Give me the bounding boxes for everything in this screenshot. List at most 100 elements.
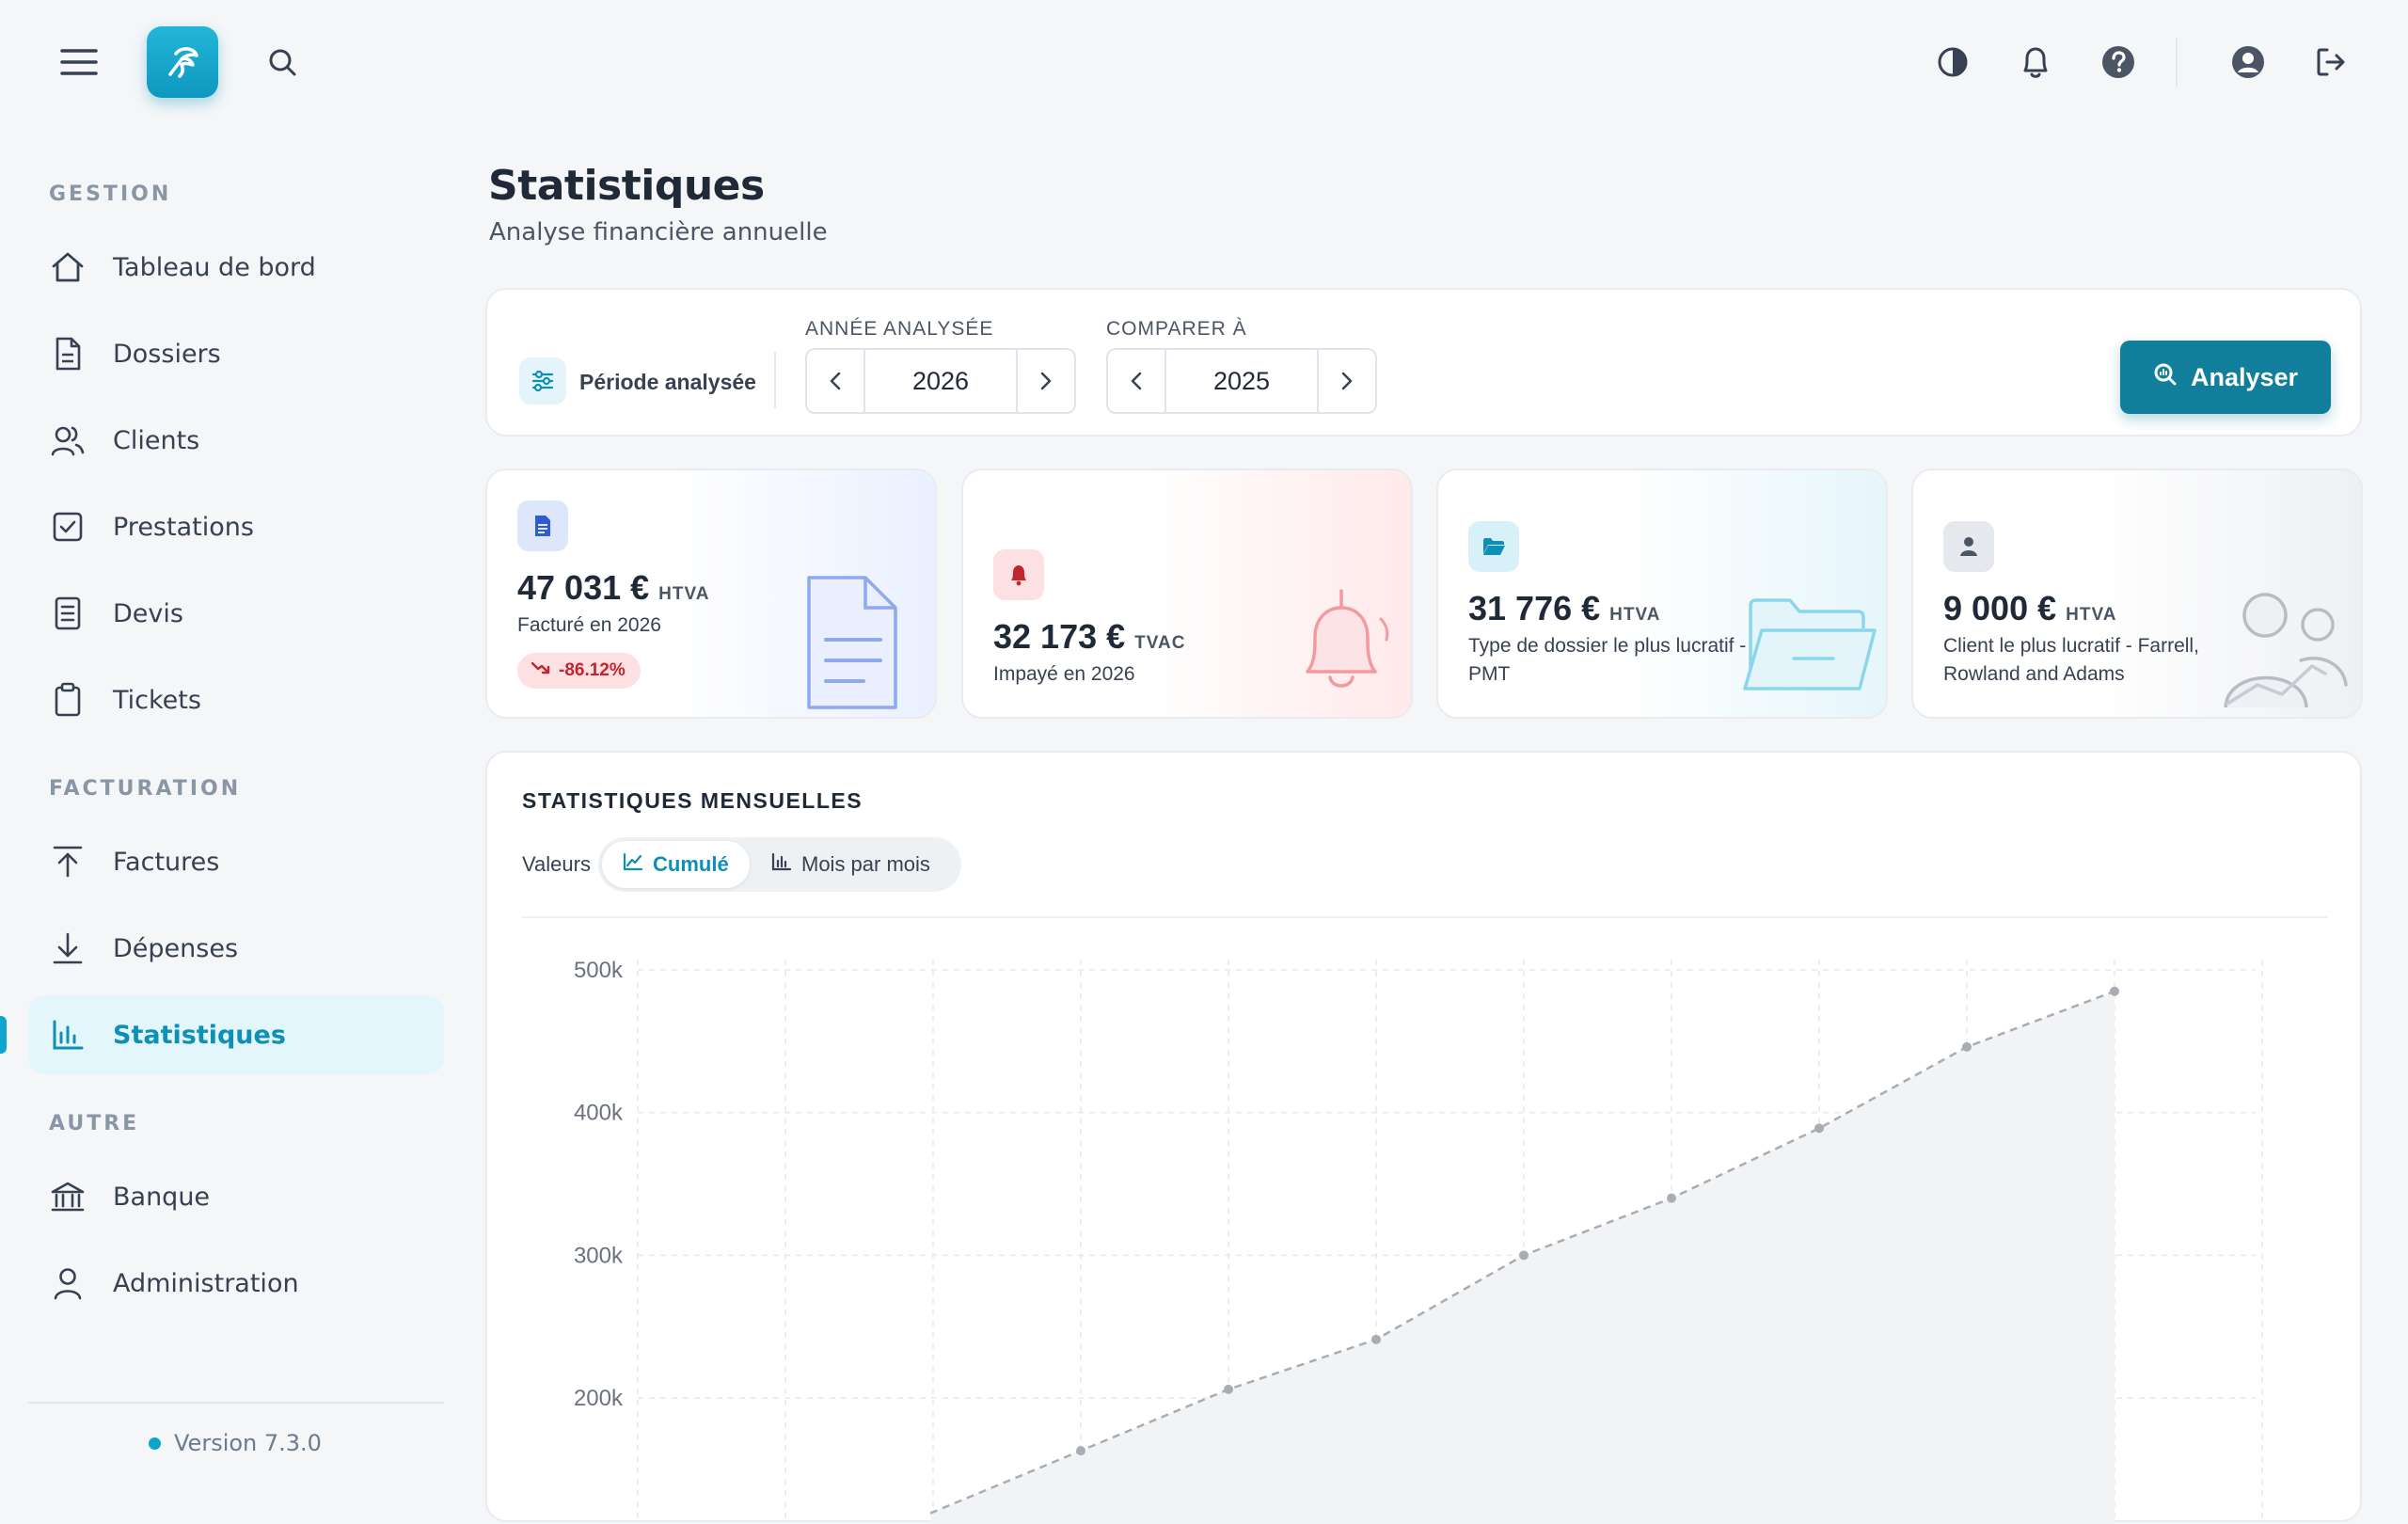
kpi-card-dossier-type: 31 776 € HTVA Type de dossier le plus luc…	[1436, 468, 1888, 719]
help-icon[interactable]	[2099, 43, 2137, 81]
sidebar-item-depenses[interactable]: Dépenses	[28, 909, 444, 988]
account-icon[interactable]	[2229, 43, 2267, 81]
search-icon[interactable]	[263, 43, 301, 81]
sidebar-item-label: Tickets	[113, 685, 201, 715]
y-tick-label: 200k	[574, 1386, 624, 1411]
kpi-card-unpaid: 32 173 € TVAC Impayé en 2026	[961, 468, 1413, 719]
kpi-unit: HTVA	[658, 584, 710, 604]
year-prev-button[interactable]	[807, 350, 863, 412]
active-indicator	[0, 1016, 7, 1054]
sidebar-item-label: Statistiques	[113, 1020, 286, 1050]
sidebar-item-devis[interactable]: Devis	[28, 574, 444, 653]
trend-badge: -86.12%	[517, 653, 641, 689]
analyze-button[interactable]: Analyser	[2120, 341, 2331, 414]
checkbox-icon	[49, 508, 87, 546]
bar-chart-icon	[49, 1016, 87, 1054]
data-point	[2110, 986, 2119, 996]
kpi-amount: 9 000 €	[1943, 589, 2057, 627]
folder-icon	[1468, 521, 1519, 572]
trend-value: -86.12%	[559, 660, 626, 680]
kpi-description: Type de dossier le plus lucratif - PMT	[1468, 635, 1747, 685]
kpi-amount: 47 031 €	[517, 568, 650, 607]
logo-icon[interactable]	[147, 26, 218, 98]
contrast-icon[interactable]	[1934, 43, 1972, 81]
sidebar-item-label: Factures	[113, 847, 220, 877]
kpi-amount: 31 776 €	[1468, 589, 1601, 627]
analyze-button-label: Analyser	[2190, 362, 2299, 391]
y-tick-label: 400k	[574, 1101, 624, 1126]
compare-stepper: 2025	[1106, 348, 1377, 414]
document-icon	[49, 335, 87, 373]
sidebar: GESTION Tableau de bord Dossiers Clients…	[0, 124, 444, 1505]
kpi-unit: TVAC	[1134, 633, 1186, 653]
compare-value[interactable]: 2025	[1164, 350, 1319, 412]
sidebar-item-label: Dossiers	[113, 339, 221, 369]
sidebar-item-tickets[interactable]: Tickets	[28, 660, 444, 739]
period-card: Période analysée ANNÉE ANALYSÉE 2026 COM…	[485, 288, 2362, 437]
sliders-icon	[519, 357, 566, 405]
section-facturation: FACTURATION	[49, 777, 242, 801]
bell-icon[interactable]	[2017, 41, 2054, 83]
menu-icon[interactable]	[58, 41, 100, 83]
kpi-description: Facturé en 2026	[517, 614, 661, 636]
users-illustration-icon	[2220, 587, 2352, 716]
version-info: Version 7.3.0	[149, 1430, 322, 1456]
period-label: Période analysée	[579, 370, 756, 394]
sidebar-item-label: Administration	[113, 1268, 299, 1298]
sidebar-item-administration[interactable]: Administration	[28, 1244, 444, 1323]
sidebar-item-prestations[interactable]: Prestations	[28, 487, 444, 566]
compare-next-button[interactable]	[1319, 350, 1375, 412]
y-tick-label: 500k	[574, 958, 624, 983]
bank-icon	[49, 1178, 87, 1215]
bell-illustration-icon	[1292, 587, 1396, 701]
sidebar-item-label: Prestations	[113, 512, 254, 542]
page-subtitle: Analyse financière annuelle	[489, 218, 828, 246]
kpi-amount: 32 173 €	[993, 617, 1126, 656]
data-point	[1519, 1250, 1529, 1261]
top-bar	[0, 0, 2408, 124]
home-icon	[49, 248, 87, 286]
kpi-description: Impayé en 2026	[993, 663, 1135, 685]
section-autre: AUTRE	[49, 1112, 140, 1135]
kpi-description: Client le plus lucratif - Farrell, Rowla…	[1943, 635, 2199, 685]
cumulative-line-chart: 200k 300k 400k 500k	[574, 958, 2263, 1524]
upload-icon	[49, 843, 87, 881]
kpi-card-top-client: 9 000 € HTVA Client le plus lucratif - Fa…	[1911, 468, 2363, 719]
kpi-value: 32 173 € TVAC	[993, 617, 1185, 657]
clipboard-icon	[49, 681, 87, 719]
year-next-button[interactable]	[1018, 350, 1074, 412]
year-field-label: ANNÉE ANALYSÉE	[805, 318, 994, 340]
sidebar-item-banque[interactable]: Banque	[28, 1157, 444, 1236]
year-value[interactable]: 2026	[863, 350, 1018, 412]
sidebar-item-clients[interactable]: Clients	[28, 401, 444, 480]
y-tick-label: 300k	[574, 1243, 624, 1268]
section-gestion: GESTION	[49, 183, 172, 206]
sidebar-item-label: Clients	[113, 425, 200, 455]
person-icon	[1943, 521, 1994, 572]
kpi-unit: HTVA	[1609, 605, 1661, 625]
data-point	[1224, 1384, 1233, 1394]
page-title: Statistiques	[488, 162, 765, 210]
search-chart-icon	[2153, 362, 2178, 393]
list-document-icon	[49, 595, 87, 632]
trend-down-icon	[531, 660, 551, 681]
folder-illustration-icon	[1737, 595, 1878, 699]
sidebar-item-dashboard[interactable]: Tableau de bord	[28, 228, 444, 307]
kpi-value: 9 000 € HTVA	[1943, 589, 2116, 628]
sidebar-item-factures[interactable]: Factures	[28, 822, 444, 901]
logout-icon[interactable]	[2312, 43, 2350, 81]
version-label: Version 7.3.0	[174, 1430, 322, 1456]
kpi-value: 47 031 € HTVA	[517, 568, 709, 608]
sidebar-item-dossiers[interactable]: Dossiers	[28, 314, 444, 393]
data-point	[1371, 1334, 1381, 1344]
compare-field-label: COMPARER À	[1106, 318, 1247, 340]
sidebar-divider	[28, 1402, 444, 1404]
bell-alert-icon	[993, 549, 1044, 600]
users-icon	[49, 421, 87, 459]
data-point	[1667, 1193, 1676, 1203]
compare-prev-button[interactable]	[1108, 350, 1164, 412]
monthly-stats-card: STATISTIQUES MENSUELLES Valeurs Cumulé M…	[485, 751, 2362, 1524]
year-stepper: 2026	[805, 348, 1076, 414]
data-point	[1076, 1446, 1085, 1456]
sidebar-item-statistiques[interactable]: Statistiques	[28, 995, 444, 1074]
